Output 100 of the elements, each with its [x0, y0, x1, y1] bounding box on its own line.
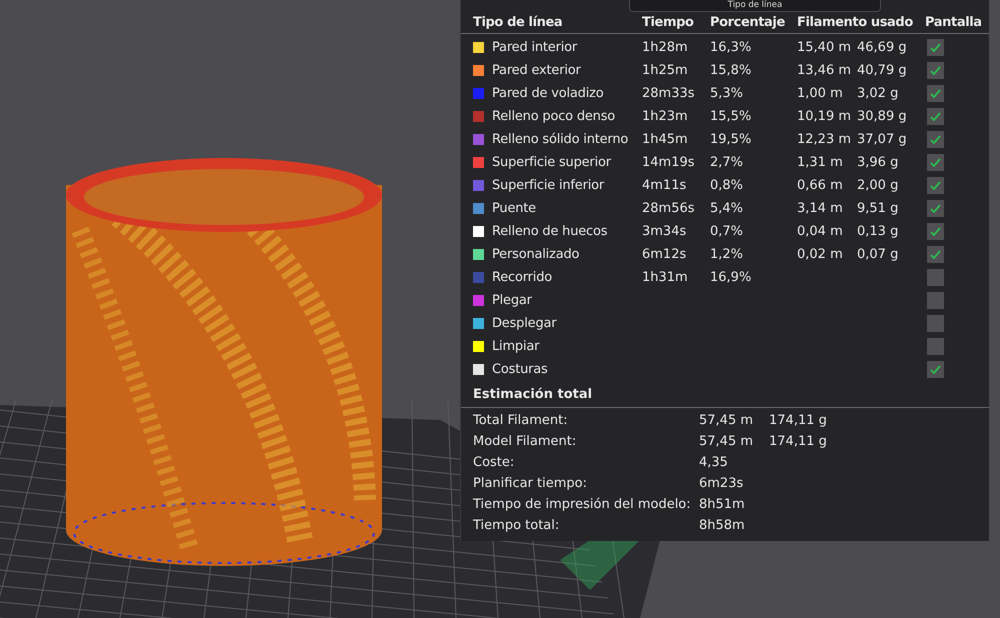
column-header: Filamento usado	[797, 15, 914, 30]
length-cell: 3,14 m	[797, 201, 843, 216]
check-icon	[930, 204, 941, 213]
check-icon	[930, 66, 941, 75]
percentage-cell: 16,9%	[710, 270, 752, 285]
display-checkbox[interactable]	[927, 223, 944, 240]
weight-cell: 46,69 g	[857, 40, 907, 55]
line-type-name: Superficie superior	[492, 155, 611, 170]
line-type-name: Plegar	[492, 293, 532, 308]
time-cell: 1h25m	[642, 63, 688, 78]
line-type-name: Superficie inferior	[492, 178, 604, 193]
display-checkbox[interactable]	[927, 338, 944, 355]
display-checkbox[interactable]	[927, 292, 944, 309]
percentage-cell: 15,8%	[710, 63, 752, 78]
weight-cell: 3,96 g	[857, 155, 898, 170]
display-checkbox[interactable]	[927, 200, 944, 217]
display-checkbox[interactable]	[927, 177, 944, 194]
length-cell: 13,46 m	[797, 63, 852, 78]
line-type-name: Costuras	[492, 362, 548, 377]
summary-value: 57,45 m	[699, 413, 754, 428]
weight-cell: 0,07 g	[857, 247, 898, 262]
summary-label: Tiempo total:	[473, 518, 560, 533]
check-icon	[930, 135, 941, 144]
weight-cell: 3,02 g	[857, 86, 898, 101]
percentage-cell: 5,3%	[710, 86, 744, 101]
percentage-cell: 0,7%	[710, 224, 744, 239]
length-cell: 0,04 m	[797, 224, 843, 239]
percentage-cell: 0,8%	[710, 178, 744, 193]
display-checkbox[interactable]	[927, 62, 944, 79]
summary-value: 8h51m	[699, 497, 746, 512]
line-type-name: Pared de voladizo	[492, 86, 604, 101]
length-cell: 15,40 m	[797, 40, 852, 55]
display-checkbox[interactable]	[927, 269, 944, 286]
time-cell: 3m34s	[642, 224, 686, 239]
display-checkbox[interactable]	[927, 131, 944, 148]
check-icon	[930, 227, 941, 236]
percentage-cell: 1,2%	[710, 247, 744, 262]
weight-cell: 40,79 g	[857, 63, 907, 78]
line-type-name: Limpiar	[492, 339, 540, 354]
weight-cell: 30,89 g	[857, 109, 907, 124]
check-icon	[930, 158, 941, 167]
display-checkbox[interactable]	[927, 246, 944, 263]
summary-value: 57,45 m	[699, 434, 754, 449]
time-cell: 1h28m	[642, 40, 688, 55]
column-header: Porcentaje	[710, 15, 786, 30]
weight-cell: 9,51 g	[857, 201, 898, 216]
percentage-cell: 19,5%	[710, 132, 752, 147]
line-type-name: Puente	[492, 201, 536, 216]
display-checkbox[interactable]	[927, 361, 944, 378]
percentage-cell: 5,4%	[710, 201, 744, 216]
length-cell: 12,23 m	[797, 132, 852, 147]
summary-title: Estimación total	[473, 387, 592, 402]
length-cell: 0,66 m	[797, 178, 843, 193]
display-checkbox[interactable]	[927, 39, 944, 56]
display-checkbox[interactable]	[927, 154, 944, 171]
display-checkbox[interactable]	[927, 315, 944, 332]
display-checkbox[interactable]	[927, 85, 944, 102]
summary-label: Tiempo de impresión del modelo:	[473, 497, 692, 512]
check-icon	[930, 89, 941, 98]
check-icon	[930, 181, 941, 190]
time-cell: 28m33s	[642, 86, 695, 101]
percentage-cell: 16,3%	[710, 40, 752, 55]
column-header: Pantalla	[925, 15, 983, 30]
line-type-name: Pared interior	[492, 40, 578, 55]
summary-value: 6m23s	[699, 476, 744, 491]
display-checkbox[interactable]	[927, 108, 944, 125]
time-cell: 1h31m	[642, 270, 688, 285]
line-type-name: Relleno de huecos	[492, 224, 608, 239]
line-type-name: Relleno poco denso	[492, 109, 616, 124]
check-icon	[930, 365, 941, 374]
summary-label: Coste:	[473, 455, 516, 470]
summary-label: Planificar tiempo:	[473, 476, 588, 491]
time-cell: 4m11s	[642, 178, 686, 193]
check-icon	[930, 250, 941, 259]
summary-label: Model Filament:	[473, 434, 578, 449]
percentage-cell: 15,5%	[710, 109, 752, 124]
line-type-name: Recorrido	[492, 270, 552, 285]
length-cell: 1,31 m	[797, 155, 843, 170]
check-icon	[930, 43, 941, 52]
check-icon	[930, 112, 941, 121]
line-type-name: Personalizado	[492, 247, 580, 262]
view-dropdown[interactable]: Tipo de línea	[629, 0, 881, 12]
column-header: Tiempo	[642, 15, 695, 30]
time-cell: 1h23m	[642, 109, 688, 124]
weight-cell: 37,07 g	[857, 132, 907, 147]
summary-label: Total Filament:	[473, 413, 569, 428]
summary-value: 4,35	[699, 455, 729, 470]
line-type-name: Relleno sólido interno	[492, 132, 628, 147]
line-type-name: Desplegar	[492, 316, 556, 331]
summary-value: 174,11 g	[769, 413, 828, 428]
line-type-name: Pared exterior	[492, 63, 581, 78]
length-cell: 0,02 m	[797, 247, 843, 262]
time-cell: 1h45m	[642, 132, 688, 147]
weight-cell: 0,13 g	[857, 224, 898, 239]
summary-value: 174,11 g	[769, 434, 828, 449]
percentage-cell: 2,7%	[710, 155, 744, 170]
column-header: Tipo de línea	[473, 15, 564, 30]
summary-value: 8h58m	[699, 518, 746, 533]
weight-cell: 2,00 g	[857, 178, 898, 193]
time-cell: 14m19s	[642, 155, 695, 170]
